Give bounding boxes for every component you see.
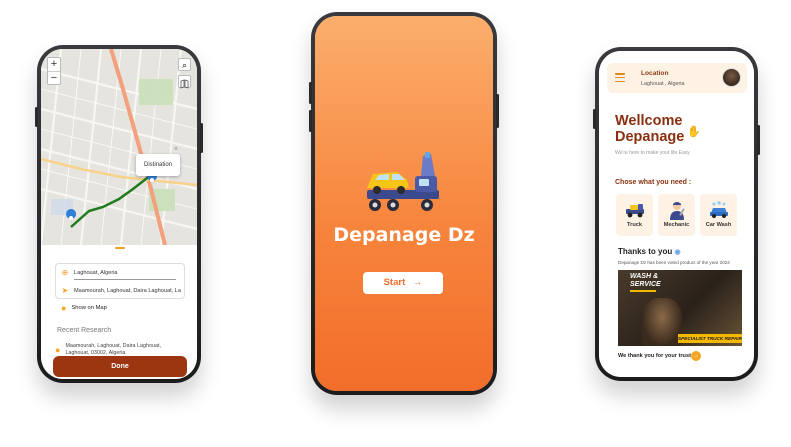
layers-icon[interactable]	[178, 75, 191, 89]
avatar[interactable]	[722, 68, 741, 87]
welcome-line1: Wellcome	[615, 113, 683, 129]
start-label: Start	[383, 277, 406, 288]
arrow-right-icon: →	[412, 277, 423, 288]
crosshair-icon: ⊕	[61, 268, 69, 277]
location-label: Location	[641, 70, 669, 77]
thanks-text: Thanks to you	[618, 247, 673, 256]
bubble-icon: ◉	[674, 249, 681, 256]
location-header: Location Laghouat , Algeria	[607, 63, 747, 93]
recent-research-item[interactable]: ● Maamourah, Laghouat, Daira Laghouat, L…	[55, 343, 161, 357]
banner-stripe	[630, 290, 656, 292]
welcome-heading: Wellcome Depanage	[615, 113, 684, 145]
truck-icon	[625, 204, 644, 218]
recent-item-line1: Maamourah, Laghouat, Daira Laghouat,	[65, 343, 162, 349]
welcome-subtitle: We're here to make your life Easy	[615, 150, 690, 156]
start-button[interactable]: Start →	[363, 272, 443, 294]
from-location-value: Laghouat, Algeria	[74, 269, 118, 276]
promo-banner[interactable]: WASH & SERVICE SPECIALIST TRUCK REPAIR	[618, 270, 742, 346]
pin-icon: ●	[61, 303, 67, 313]
done-button[interactable]: Done	[53, 356, 187, 377]
waving-hand-icon: ✋	[687, 126, 701, 138]
phone-map: + − ⌕ × Distination ⊕ Laghouat, Algeria …	[35, 45, 203, 383]
location-value[interactable]: Laghouat , Algeria	[641, 81, 684, 87]
car-wash-icon	[709, 201, 728, 218]
phone-splash: Depanage Dz Start →	[309, 12, 499, 395]
recent-research-heading: Recent Research	[57, 327, 112, 334]
zoom-in-button[interactable]: +	[48, 58, 60, 71]
map-screen: + − ⌕ × Distination ⊕ Laghouat, Algeria …	[41, 49, 197, 379]
route-card: ⊕ Laghouat, Algeria ➤ Maamourah, Laghoua…	[55, 263, 185, 299]
tow-truck-logo-icon	[367, 152, 439, 211]
mechanic-photo	[642, 298, 682, 346]
to-location-value: Maamourah, Laghouat, Daira Laghouat, La	[74, 287, 181, 294]
service-car-wash-button[interactable]: Car Wash	[700, 194, 737, 236]
zoom-out-button[interactable]: −	[48, 71, 60, 84]
destination-popup: × Distination	[136, 146, 180, 176]
banner-line1: WASH &	[630, 273, 658, 280]
location-sheet: ⊕ Laghouat, Algeria ➤ Maamourah, Laghoua…	[41, 245, 197, 379]
popup-label: Distination	[143, 162, 172, 168]
service-truck-button[interactable]: Truck	[616, 194, 653, 236]
map-search-icon[interactable]: ⌕	[178, 58, 191, 71]
service-truck-label: Truck	[627, 222, 642, 228]
services-heading: Chose what you need :	[615, 179, 692, 186]
zoom-controls: + −	[47, 57, 61, 85]
service-car-wash-label: Car Wash	[705, 222, 732, 228]
mechanic-icon	[669, 202, 684, 220]
show-on-map-label: Show on Map	[71, 305, 107, 311]
welcome-line2: Depanage	[615, 129, 685, 145]
to-location-field[interactable]: ➤ Maamourah, Laghouat, Daira Laghouat, L…	[56, 282, 184, 299]
sheet-drag-handle[interactable]	[115, 247, 125, 249]
menu-icon[interactable]	[615, 73, 625, 84]
phone-home: Location Laghouat , Algeria Wellcome Dep…	[593, 47, 760, 381]
trust-text: We thank you for your trust	[618, 353, 691, 359]
pin-icon: ●	[55, 345, 61, 355]
app-title: Depanage Dz	[333, 224, 475, 246]
map-view[interactable]: + − ⌕ × Distination	[41, 49, 197, 245]
mockup-stage: + − ⌕ × Distination ⊕ Laghouat, Algeria …	[0, 0, 791, 447]
navigation-arrow-icon: ➤	[61, 286, 69, 295]
banner-line2: SERVICE	[630, 281, 661, 288]
close-icon[interactable]: ×	[174, 146, 178, 154]
banner-title: WASH & SERVICE	[630, 273, 661, 289]
service-mechanic-button[interactable]: Mechanic	[658, 194, 695, 236]
thanks-heading: Thanks to you ◉	[618, 247, 681, 256]
show-on-map-link[interactable]: ● Show on Map	[61, 303, 107, 313]
banner-tag: SPECIALIST TRUCK REPAIR	[678, 334, 742, 343]
home-screen: Location Laghouat , Algeria Wellcome Dep…	[599, 51, 754, 377]
thanks-subtitle: Depanage Dz has been voted product of th…	[618, 260, 730, 265]
splash-screen: Depanage Dz Start →	[315, 16, 493, 391]
service-mechanic-label: Mechanic	[663, 222, 690, 228]
from-location-field[interactable]: ⊕ Laghouat, Algeria	[56, 264, 184, 281]
arrow-right-icon[interactable]: →	[691, 351, 701, 361]
